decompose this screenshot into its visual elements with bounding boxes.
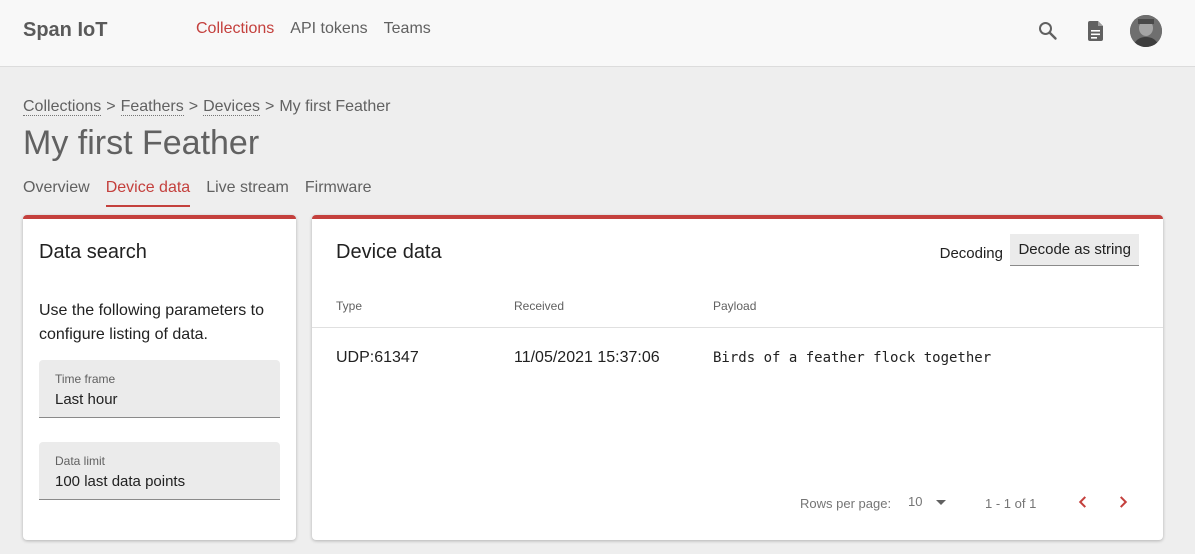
chevron-left-icon: [1078, 496, 1087, 508]
avatar-image: [1130, 15, 1162, 47]
data-limit-select[interactable]: Data limit 100 last data points: [39, 442, 280, 500]
column-header-payload[interactable]: Payload: [713, 299, 756, 313]
document-icon[interactable]: [1084, 19, 1108, 43]
data-search-title: Data search: [39, 241, 147, 263]
previous-page-button[interactable]: [1072, 491, 1094, 513]
time-frame-select[interactable]: Time frame Last hour: [39, 360, 280, 418]
avatar[interactable]: [1130, 15, 1162, 47]
nav-collections[interactable]: Collections: [196, 20, 274, 38]
time-frame-label: Time frame: [55, 372, 116, 386]
decoding-label: Decoding: [939, 245, 1003, 262]
breadcrumb-feathers[interactable]: Feathers: [120, 98, 184, 116]
table-divider: [312, 327, 1163, 328]
tab-firmware[interactable]: Firmware: [305, 179, 372, 207]
breadcrumb-devices[interactable]: Devices: [203, 98, 260, 116]
next-page-button[interactable]: [1112, 491, 1134, 513]
column-header-type[interactable]: Type: [336, 299, 362, 313]
device-tabs: Overview Device data Live stream Firmwar…: [23, 179, 372, 207]
page-title: My first Feather: [23, 124, 260, 162]
tab-overview[interactable]: Overview: [23, 179, 90, 207]
rows-per-page-select[interactable]: 10: [908, 494, 952, 512]
rows-per-page-label: Rows per page:: [800, 496, 892, 511]
breadcrumb: Collections > Feathers > Devices > My first Fe…: [23, 98, 390, 116]
nav-teams[interactable]: Teams: [384, 20, 431, 38]
data-limit-label: Data limit: [55, 454, 106, 468]
data-search-card: Data search Use the following parameters…: [23, 215, 296, 540]
cell-type: UDP:61347: [336, 349, 419, 366]
breadcrumb-separator: >: [265, 98, 275, 115]
chevron-down-icon: [936, 500, 946, 505]
breadcrumb-separator: >: [106, 98, 116, 115]
chevron-right-icon: [1119, 496, 1128, 508]
pagination-range: 1 - 1 of 1: [985, 496, 1037, 511]
data-search-description: Use the following parameters to configur…: [39, 302, 264, 343]
cell-received: 11/05/2021 15:37:06: [514, 349, 660, 366]
tab-device-data[interactable]: Device data: [105, 179, 191, 207]
search-icon[interactable]: [1036, 19, 1060, 43]
top-app-bar: Span IoT Collections API tokens Teams: [0, 0, 1195, 67]
breadcrumb-separator: >: [188, 98, 199, 115]
tab-live-stream[interactable]: Live stream: [206, 179, 289, 207]
decode-as-string-button[interactable]: Decode as string: [1010, 234, 1139, 266]
main-nav: Collections API tokens Teams: [196, 20, 431, 38]
cell-payload: Birds of a feather flock together: [713, 350, 992, 366]
app-title[interactable]: Span IoT: [23, 19, 107, 42]
time-frame-value: Last hour: [55, 391, 118, 408]
device-data-title: Device data: [336, 241, 442, 263]
rows-per-page-value: 10: [908, 494, 923, 509]
nav-api-tokens[interactable]: API tokens: [290, 20, 367, 38]
device-data-card: Device data Decoding Decode as string Ty…: [312, 215, 1163, 540]
breadcrumb-current: My first Feather: [279, 98, 391, 115]
column-header-received[interactable]: Received: [514, 299, 564, 313]
data-limit-value: 100 last data points: [55, 473, 186, 490]
breadcrumb-collections[interactable]: Collections: [23, 98, 102, 116]
